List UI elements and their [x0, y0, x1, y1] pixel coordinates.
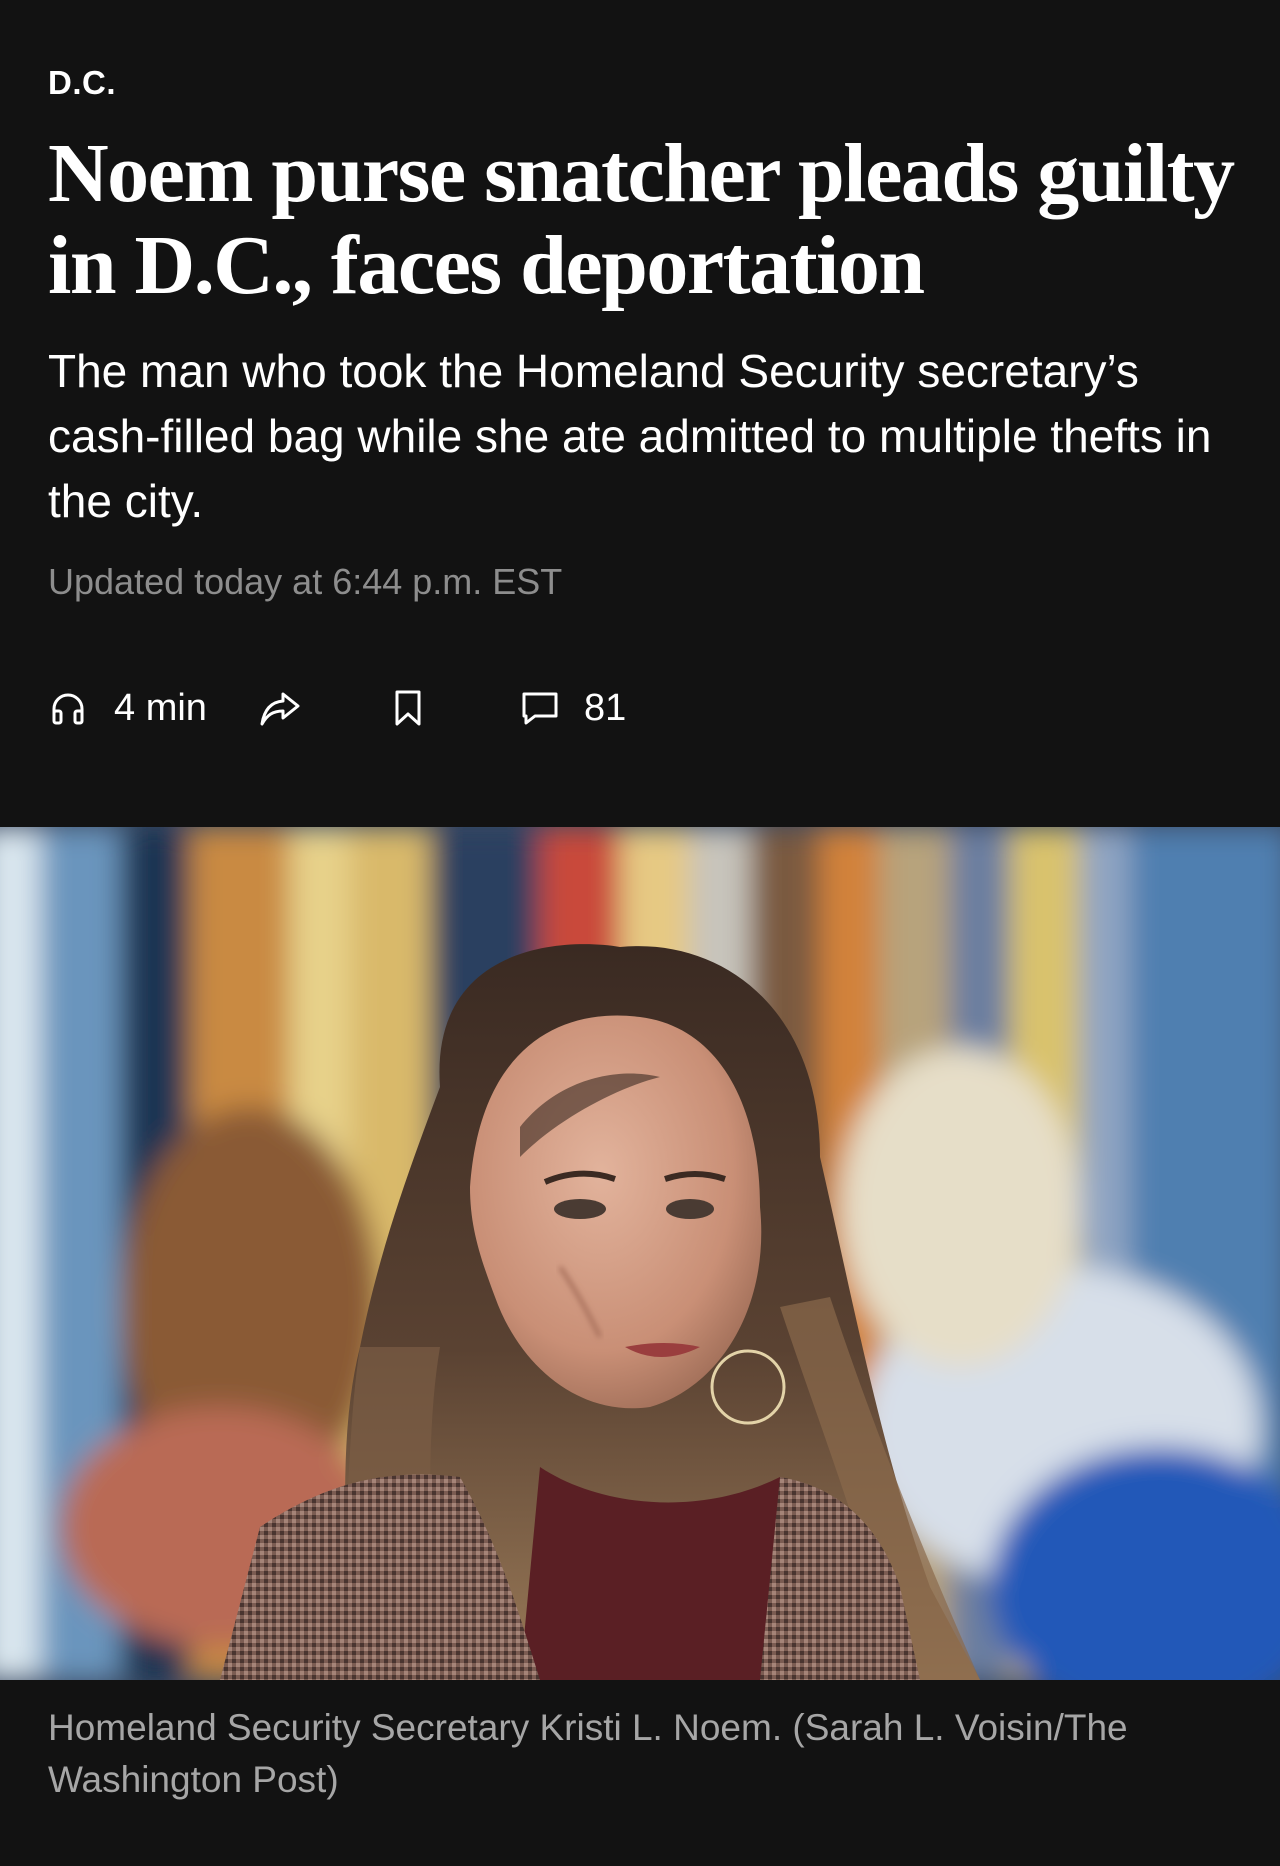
- comment-icon: [520, 688, 560, 728]
- comments-button[interactable]: 81: [520, 687, 626, 730]
- portrait-image: [0, 827, 1280, 1680]
- lead-photo[interactable]: [0, 827, 1280, 1680]
- headline: Noem purse snatcher pleads guilty in D.C…: [48, 127, 1235, 312]
- article-dek: The man who took the Homeland Security s…: [48, 345, 1212, 527]
- bookmark-icon: [390, 688, 426, 728]
- article-header: D.C. Noem purse snatcher pleads guilty i…: [0, 0, 1280, 827]
- share-icon: [258, 688, 302, 728]
- section-label[interactable]: D.C.: [48, 64, 116, 102]
- share-button[interactable]: [258, 688, 390, 728]
- save-button[interactable]: [390, 688, 520, 728]
- article-action-bar: 4 min 81: [48, 680, 626, 736]
- comment-count: 81: [584, 686, 627, 729]
- photo-caption: Homeland Security Secretary Kristi L. No…: [48, 1707, 1128, 1800]
- headphones-icon: [48, 688, 88, 728]
- listen-button[interactable]: 4 min: [48, 687, 258, 730]
- update-timestamp: Updated today at 6:44 p.m. EST: [48, 561, 563, 602]
- listen-duration: 4 min: [114, 686, 207, 729]
